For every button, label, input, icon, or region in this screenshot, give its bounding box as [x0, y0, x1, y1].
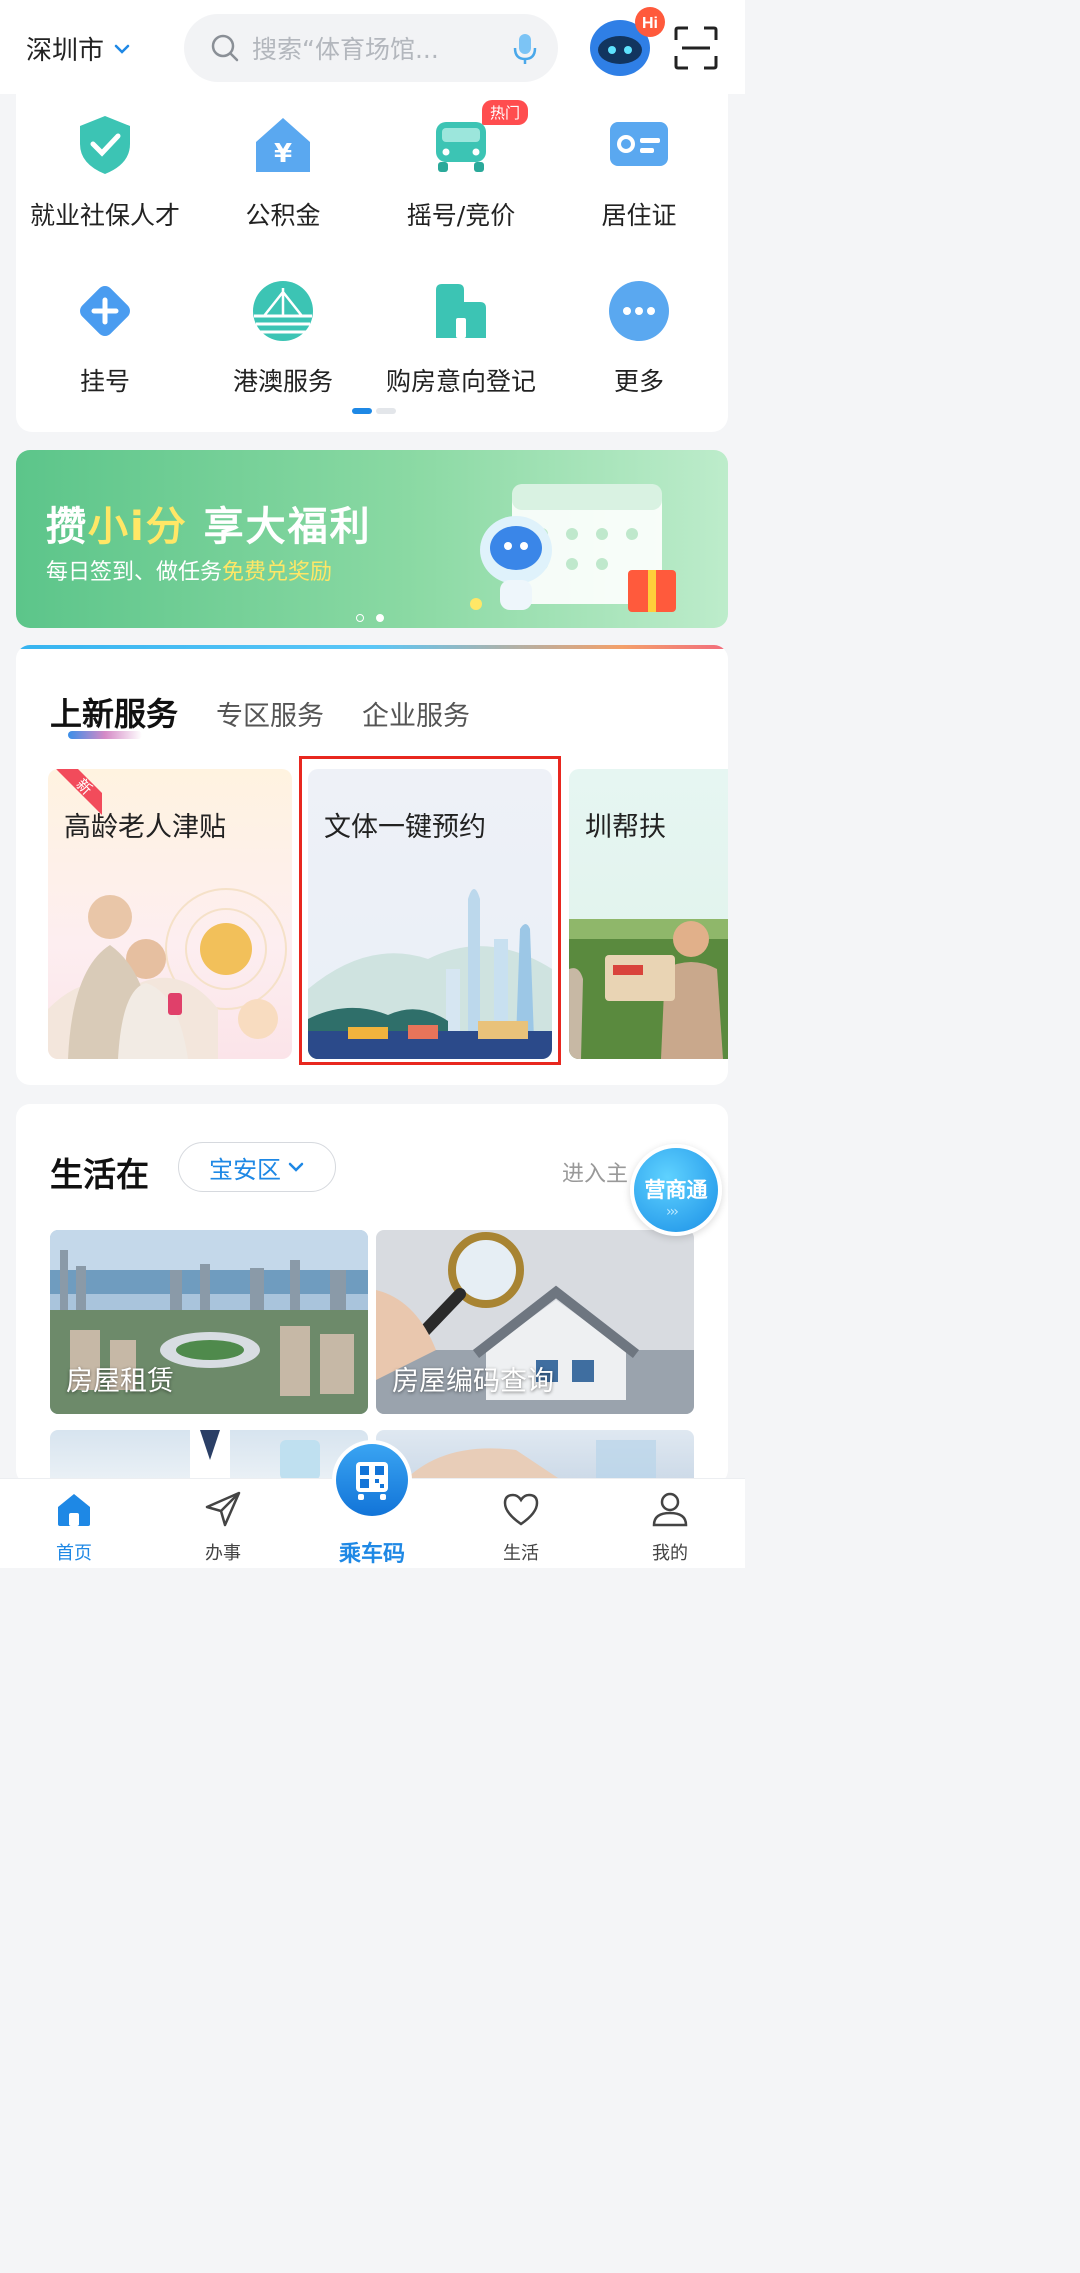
- section-top-gradient: [16, 645, 728, 649]
- chevron-down-icon: [288, 1162, 304, 1172]
- qr-bus-icon: [356, 1462, 388, 1500]
- heart-icon: [503, 1493, 539, 1526]
- tile-house-rental[interactable]: 房屋租赁: [50, 1230, 368, 1414]
- service-label: 购房意向登记: [385, 367, 536, 396]
- promo-banner[interactable]: 攒小i分 享大福利 每日签到、做任务免费兑奖励: [16, 450, 728, 628]
- life-heading: 生活在: [50, 1155, 149, 1194]
- bridge-icon: [253, 281, 313, 341]
- tile-medical-partial[interactable]: [50, 1430, 368, 1484]
- service-more[interactable]: 更多: [550, 278, 728, 398]
- service-label: 居住证: [601, 201, 677, 230]
- user-icon: [652, 1492, 688, 1527]
- float-label: 营商通: [644, 1178, 708, 1202]
- service-label: 摇号/竞价: [406, 201, 516, 230]
- service-label: 就业社保人才: [29, 201, 180, 230]
- service-employment[interactable]: 就业社保人才: [16, 112, 194, 232]
- service-label: 港澳服务: [232, 367, 333, 396]
- enter-home-link[interactable]: 进入主: [562, 1156, 628, 1188]
- service-home-purchase[interactable]: 购房意向登记: [372, 278, 550, 398]
- new-corner-badge: 新: [56, 769, 102, 815]
- top-bar: 深圳市 搜索“体育场馆... Hi: [0, 0, 745, 94]
- shield-check-icon: [80, 116, 130, 174]
- hand-photo-partial: [401, 1440, 656, 1484]
- svg-text:¥: ¥: [274, 139, 292, 169]
- grid-page-indicator: [352, 408, 396, 414]
- tab-enterprise-services[interactable]: 企业服务: [362, 694, 470, 733]
- service-card-sports-booking[interactable]: 文体一键预约: [308, 769, 552, 1059]
- tab-new-services[interactable]: 上新服务: [50, 689, 178, 735]
- service-housing-fund[interactable]: ¥ 公积金: [194, 112, 372, 232]
- nav-label: 办事: [205, 1543, 241, 1564]
- service-card-assistance[interactable]: 圳帮扶: [569, 769, 728, 1059]
- tile-partial-2[interactable]: [376, 1430, 694, 1484]
- service-residence-permit[interactable]: 居住证: [550, 112, 728, 232]
- district-label: 宝安区: [209, 1155, 281, 1184]
- microphone-icon[interactable]: [510, 32, 540, 66]
- banner-mascot-illustration: [470, 484, 676, 612]
- service-label: 更多: [613, 367, 664, 396]
- robot-badge: Hi: [642, 15, 658, 32]
- service-registration[interactable]: 挂号: [16, 278, 194, 398]
- city-selector[interactable]: 深圳市: [26, 30, 132, 67]
- chevron-down-icon: [114, 44, 130, 54]
- nav-label: 我的: [652, 1543, 688, 1564]
- card-title: 文体一键预约: [324, 812, 486, 843]
- scan-icon[interactable]: [674, 26, 718, 70]
- nav-tasks[interactable]: 办事: [173, 1489, 273, 1565]
- house-yuan-icon: ¥: [256, 118, 310, 172]
- service-card-elderly-allowance[interactable]: 高龄老人津贴 新: [48, 769, 292, 1059]
- tile-house-code-query[interactable]: 房屋编码查询: [376, 1230, 694, 1414]
- search-placeholder: 搜索“体育场馆...: [252, 35, 439, 64]
- nav-label: 生活: [503, 1543, 539, 1564]
- nav-home[interactable]: 首页: [24, 1489, 124, 1565]
- nav-life[interactable]: 生活: [471, 1489, 571, 1565]
- service-hk-macau[interactable]: 港澳服务: [194, 278, 372, 398]
- nav-label: 首页: [56, 1543, 92, 1564]
- tile-title: 房屋编码查询: [392, 1366, 554, 1397]
- doctor-photo-partial: [190, 1430, 320, 1484]
- business-service-float-button[interactable]: 营商通 ›››: [630, 1144, 722, 1236]
- card-title: 圳帮扶: [585, 812, 666, 843]
- life-section: 生活在 宝安区 进入主 房屋租赁 房屋编码查询: [16, 1104, 728, 1484]
- tile-title: 房屋租赁: [66, 1366, 174, 1397]
- service-grid: 就业社保人才 ¥ 公积金 摇号/竞价 居住证 挂号 港澳服务 购房意向登记 更多: [16, 94, 728, 432]
- nav-mine[interactable]: 我的: [620, 1489, 720, 1565]
- new-services-section: 上新服务 专区服务 企业服务 高龄老人津贴 新 文体一键预约 圳帮扶: [16, 645, 728, 1085]
- home-icon: [58, 1494, 90, 1526]
- district-selector[interactable]: 宝安区: [178, 1142, 336, 1192]
- banner-title: 攒小i分 享大福利: [46, 504, 372, 550]
- active-tab-underline: [68, 731, 142, 739]
- city-label: 深圳市: [26, 36, 105, 66]
- search-bar[interactable]: 搜索“体育场馆...: [184, 14, 558, 82]
- medical-cross-icon: [80, 286, 130, 336]
- nav-ride-code[interactable]: [332, 1440, 412, 1520]
- tab-zone-services[interactable]: 专区服务: [216, 694, 324, 733]
- building-icon: [436, 284, 486, 338]
- id-card-icon: [610, 122, 668, 166]
- float-arrows: ›››: [666, 1204, 679, 1220]
- banner-page-indicator: [356, 614, 384, 622]
- nav-ride-label: 乘车码: [338, 1542, 405, 1567]
- paper-plane-icon: [205, 1491, 241, 1527]
- service-label: 公积金: [245, 201, 321, 230]
- service-label: 挂号: [79, 367, 130, 396]
- service-tabs: 上新服务 专区服务 企业服务: [50, 689, 470, 735]
- hot-badge: 热门: [482, 100, 529, 125]
- more-icon: [609, 281, 669, 341]
- robot-assistant-icon[interactable]: Hi: [584, 4, 668, 86]
- search-icon: [211, 34, 239, 62]
- banner-subtitle: 每日签到、做任务免费兑奖励: [46, 560, 333, 585]
- service-lottery[interactable]: 摇号/竞价: [372, 112, 550, 232]
